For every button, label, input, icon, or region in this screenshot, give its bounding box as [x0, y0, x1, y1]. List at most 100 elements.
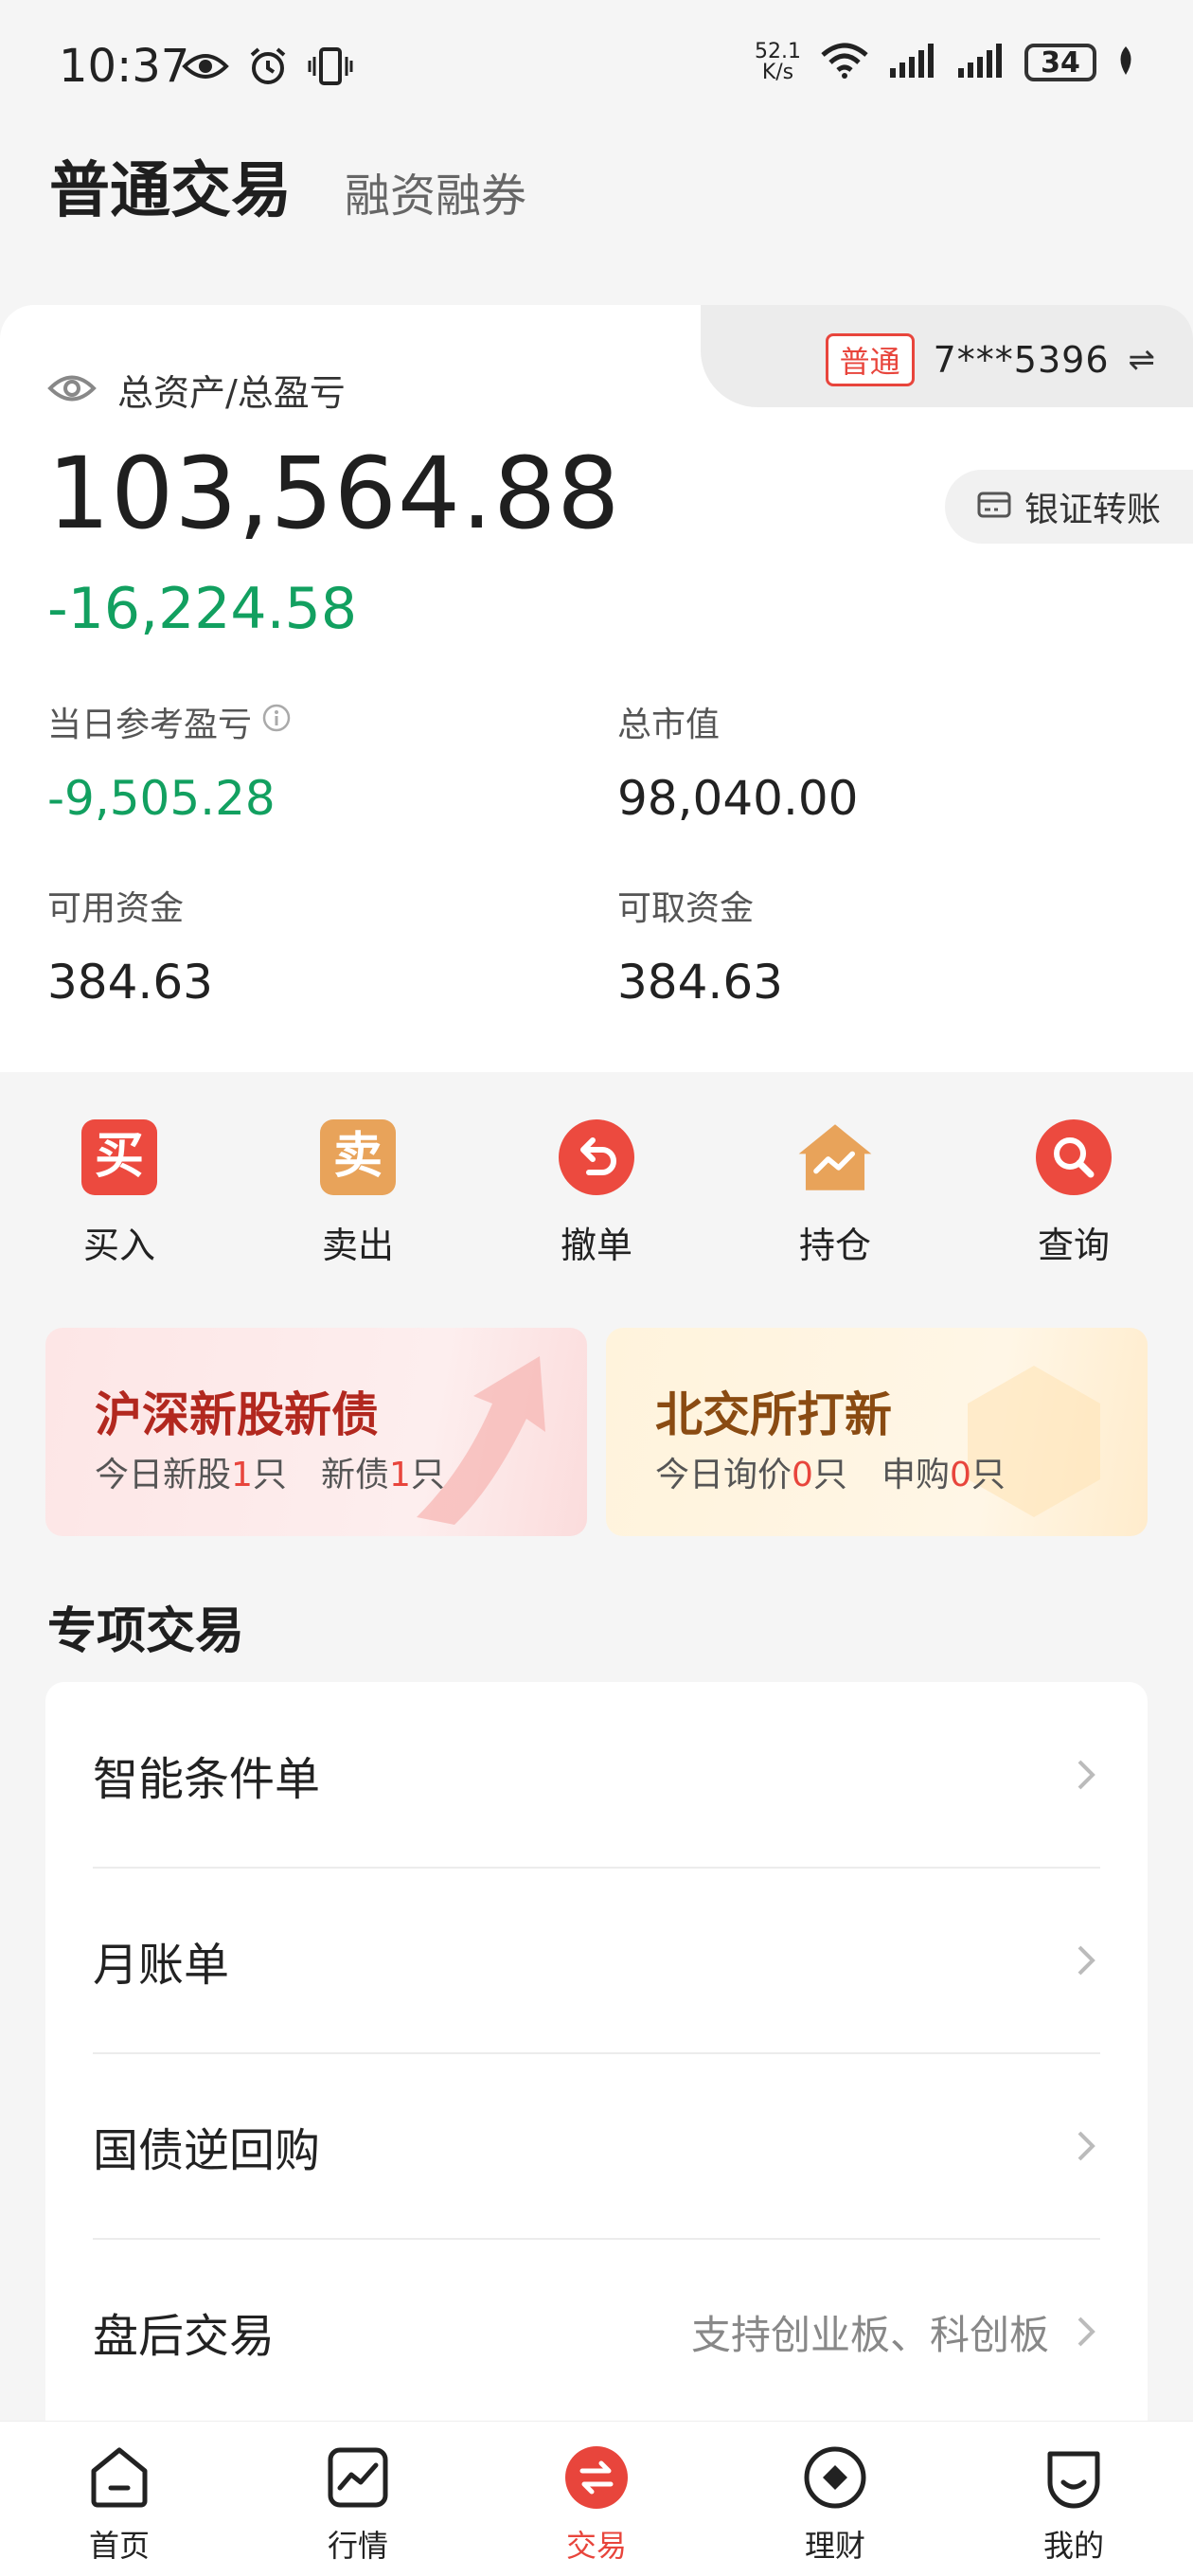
leaf-icon	[1115, 45, 1136, 80]
search-icon	[1034, 1118, 1113, 1197]
nav-finance[interactable]: 理财	[716, 2422, 954, 2576]
account-selector[interactable]: 普通 7***5396 ⇌	[825, 333, 1156, 386]
inquiry-prefix: 今日询价	[655, 1456, 792, 1494]
hexagon-decoration-icon	[968, 1366, 1100, 1517]
inquiry-suffix: 只	[812, 1456, 847, 1494]
special-trading-list: 智能条件单 月账单 国债逆回购 盘后交易 支持创业板、科创板	[45, 1682, 1148, 2440]
available-funds-metric: 可用资金 384.63	[47, 881, 213, 1010]
trade-icon	[561, 2442, 632, 2513]
quick-actions: 买 买入 卖 卖出 撤单 持仓 查询	[0, 1118, 1193, 1288]
ipo-banner-subtitle: 今日新股1只 新债1只	[95, 1447, 445, 1496]
buy-icon-glyph: 买	[95, 1128, 144, 1185]
new-bond-count: 1	[388, 1456, 411, 1494]
ipo-banner-bse[interactable]: 北交所打新 今日询价0只 申购0只	[606, 1328, 1148, 1536]
total-asset-label: 总资产/总盈亏	[117, 372, 346, 414]
buy-icon: 买	[80, 1118, 159, 1197]
vibrate-icon	[307, 45, 354, 87]
query-label: 查询	[1037, 1225, 1110, 1266]
new-bond-count-text: 新债1只	[321, 1447, 445, 1496]
asset-label-row: 总资产/总盈亏	[47, 364, 346, 416]
nav-profile-label: 我的	[1042, 2528, 1104, 2564]
daily-pl-label-row: 当日参考盈亏	[47, 697, 292, 746]
list-item-label: 智能条件单	[93, 1753, 321, 1806]
wifi-icon	[820, 42, 869, 83]
chevron-right-icon	[1077, 1945, 1095, 1976]
swap-icon[interactable]: ⇌	[1129, 341, 1156, 379]
new-stock-prefix: 今日新股	[95, 1456, 232, 1494]
account-number: 7***5396	[933, 339, 1110, 381]
subscribe-count: 0	[949, 1456, 971, 1494]
alarm-icon	[244, 45, 292, 87]
query-button[interactable]: 查询	[954, 1118, 1193, 1288]
holdings-button[interactable]: 持仓	[716, 1118, 954, 1288]
info-icon[interactable]	[261, 703, 292, 742]
list-item-label: 盘后交易	[93, 2310, 276, 2363]
nav-finance-label: 理财	[804, 2528, 865, 2564]
ipo-banner-shsz[interactable]: 沪深新股新债 今日新股1只 新债1只	[45, 1328, 587, 1536]
status-right-icons: 52.1 K/s 34	[755, 42, 1136, 83]
profile-icon	[1039, 2442, 1109, 2513]
list-item-label: 月账单	[93, 1939, 230, 1992]
sell-icon: 卖	[318, 1118, 398, 1197]
cancel-order-button[interactable]: 撤单	[477, 1118, 716, 1288]
chevron-right-icon	[1077, 1760, 1095, 1790]
daily-pl-label: 当日参考盈亏	[47, 706, 253, 744]
list-item-smart-condition-order[interactable]: 智能条件单	[45, 1682, 1148, 1868]
home-icon	[84, 2442, 154, 2513]
market-value-metric: 总市值 98,040.00	[617, 697, 858, 826]
chevron-right-icon	[1077, 2131, 1095, 2161]
nav-market[interactable]: 行情	[239, 2422, 477, 2576]
rising-arrow-icon	[417, 1356, 545, 1525]
bottom-navigation: 首页 行情 交易 理财 我的	[0, 2421, 1193, 2576]
inquiry-count-text: 今日询价0只	[655, 1447, 847, 1496]
network-speed: 52.1 K/s	[755, 42, 801, 83]
tab-normal-trade[interactable]: 普通交易	[49, 142, 292, 229]
total-profit-loss: -16,224.58	[47, 576, 358, 642]
nav-profile[interactable]: 我的	[954, 2422, 1193, 2576]
bank-transfer-button[interactable]: 银证转账	[945, 470, 1193, 544]
withdrawable-funds-label: 可取资金	[617, 889, 755, 928]
eye-toggle-icon[interactable]	[47, 372, 97, 408]
nav-home[interactable]: 首页	[0, 2422, 239, 2576]
list-item-monthly-bill[interactable]: 月账单	[45, 1868, 1148, 2053]
list-item-reverse-repo[interactable]: 国债逆回购	[45, 2053, 1148, 2239]
withdrawable-funds-value: 384.63	[617, 955, 783, 1010]
chart-icon	[323, 2442, 393, 2513]
new-stock-suffix: 只	[252, 1456, 287, 1494]
nav-market-label: 行情	[327, 2528, 388, 2564]
nav-trade[interactable]: 交易	[477, 2422, 716, 2576]
sell-button[interactable]: 卖 卖出	[239, 1118, 477, 1288]
special-trading-title: 专项交易	[47, 1603, 245, 1660]
undo-icon	[557, 1118, 636, 1197]
list-item-after-hours-trading[interactable]: 盘后交易 支持创业板、科创板	[45, 2239, 1148, 2424]
ipo-banner-title: 沪深新股新债	[95, 1387, 379, 1442]
subscribe-prefix: 申购	[881, 1456, 950, 1494]
total-asset-value: 103,564.88	[47, 436, 621, 551]
nav-trade-label: 交易	[565, 2528, 627, 2564]
buy-button[interactable]: 买 买入	[0, 1118, 239, 1288]
eye-icon	[182, 45, 229, 87]
status-left-icons	[182, 45, 354, 87]
new-stock-count: 1	[231, 1456, 253, 1494]
network-speed-unit: K/s	[761, 61, 794, 84]
new-stock-count-text: 今日新股1只	[95, 1447, 287, 1496]
market-value-label: 总市值	[617, 706, 721, 744]
trade-type-tabs: 普通交易 融资融券	[49, 142, 526, 229]
signal-icon	[956, 42, 1006, 83]
available-funds-label: 可用资金	[47, 889, 185, 928]
list-item-note: 支持创业板、科创板	[690, 2311, 1049, 2358]
inquiry-count: 0	[792, 1456, 813, 1494]
holdings-label: 持仓	[798, 1225, 871, 1266]
subscribe-suffix: 只	[970, 1456, 1006, 1494]
chevron-right-icon	[1077, 2317, 1095, 2347]
account-type-badge: 普通	[825, 333, 915, 386]
new-bond-prefix: 新债	[320, 1456, 389, 1494]
bse-banner-subtitle: 今日询价0只 申购0只	[655, 1447, 1006, 1496]
tab-margin-trade[interactable]: 融资融券	[345, 158, 526, 224]
battery-icon: 34	[1024, 44, 1096, 81]
network-speed-value: 52.1	[755, 40, 801, 63]
market-value: 98,040.00	[617, 771, 859, 826]
daily-pl-value: -9,505.28	[47, 771, 276, 826]
buy-label: 买入	[82, 1225, 155, 1266]
bank-transfer-label: 银证转账	[1024, 491, 1162, 529]
